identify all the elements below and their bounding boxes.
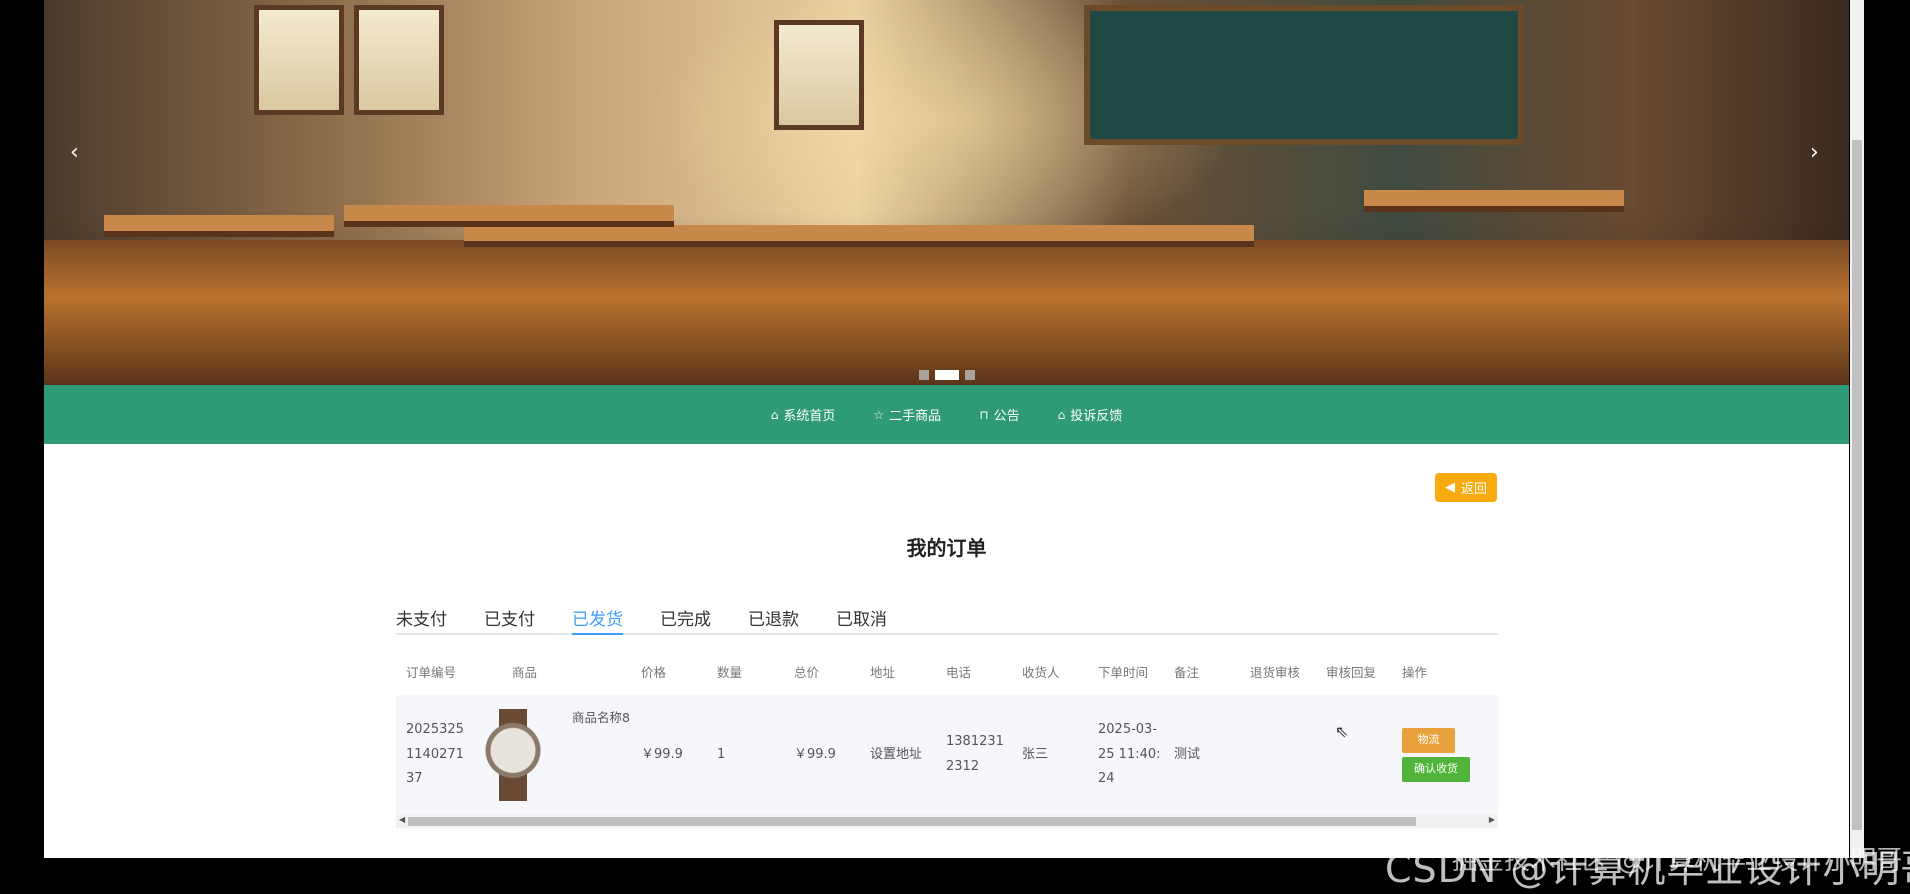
price: ￥99.9: [641, 746, 683, 762]
watermark-juejin: 掘金技术社区 @计算机毕业设计小明哥: [1452, 846, 1903, 876]
nav-item-notice[interactable]: ⊓ 公告: [979, 405, 1020, 425]
tab-cancelled[interactable]: 已取消: [836, 605, 887, 633]
desk-decor: [104, 215, 334, 237]
main-nav: ⌂ 系统首页 ☆ 二手商品 ⊓ 公告 ⌂ 投诉反馈: [44, 385, 1849, 444]
product-name: 商品名称8: [572, 710, 630, 725]
nav-item-home[interactable]: ⌂ 系统首页: [770, 405, 836, 425]
nav-label: 投诉反馈: [1070, 409, 1123, 424]
home-icon: ⌂: [1057, 407, 1066, 422]
scrollbar-thumb[interactable]: [408, 817, 1416, 826]
home-icon: ⌂: [770, 407, 779, 422]
back-label: 返回: [1460, 482, 1487, 497]
window-decor: [254, 5, 344, 115]
banner-carousel[interactable]: ‹ ›: [44, 0, 1849, 385]
nav-label: 公告: [993, 409, 1020, 424]
carousel-dot[interactable]: [919, 370, 929, 380]
logistics-button[interactable]: 物流: [1402, 728, 1455, 753]
table-row: 2025325114027137 商品名称8 ￥99.9 1 ￥99.9 设置地…: [396, 695, 1498, 815]
col-header: 商品: [512, 664, 538, 680]
nav-label: 系统首页: [783, 409, 836, 424]
horizontal-scrollbar[interactable]: ◀ ▶: [396, 815, 1498, 828]
col-header: 数量: [717, 664, 743, 680]
scrollbar-thumb[interactable]: [1852, 140, 1862, 830]
remark: 测试: [1174, 746, 1201, 762]
bag-icon: ⊓: [979, 407, 989, 422]
carousel-dots: [919, 370, 975, 380]
nav-item-feedback[interactable]: ⌂ 投诉反馈: [1057, 405, 1123, 425]
scroll-right-icon[interactable]: ▶: [1489, 815, 1495, 824]
nav-item-goods[interactable]: ☆ 二手商品: [873, 405, 942, 425]
order-no: 2025325114027137: [406, 721, 464, 787]
col-header: 收货人: [1022, 664, 1060, 680]
col-header: 总价: [794, 664, 820, 680]
scroll-left-icon[interactable]: ◀: [399, 815, 405, 824]
carousel-prev-icon[interactable]: ‹: [70, 140, 79, 165]
tab-refunded[interactable]: 已退款: [748, 605, 799, 633]
phone: 13812312312: [946, 734, 1004, 774]
carousel-next-icon[interactable]: ›: [1810, 140, 1819, 165]
mouse-cursor-icon: ⇖: [1335, 722, 1349, 741]
receiver: 张三: [1022, 746, 1049, 762]
product-cell: 商品名称8: [472, 695, 631, 815]
back-button[interactable]: ◀ 返回: [1435, 473, 1497, 502]
col-header: 审核回复: [1326, 664, 1377, 680]
caret-left-icon: ◀: [1444, 480, 1455, 495]
table-header: 订单编号 商品 价格 数量 总价 地址 电话 收货人 下单时间 备注 退货审核 …: [396, 650, 1498, 695]
carousel-dot[interactable]: [965, 370, 975, 380]
window-decor: [354, 5, 444, 115]
col-header: 下单时间: [1098, 664, 1149, 680]
tab-paid[interactable]: 已支付: [484, 605, 535, 633]
desk-decor: [1364, 190, 1624, 212]
tab-shipped[interactable]: 已发货: [572, 605, 623, 635]
col-header: 订单编号: [406, 664, 457, 680]
tab-unpaid[interactable]: 未支付: [396, 605, 447, 633]
window-decor: [774, 20, 864, 130]
nav-label: 二手商品: [889, 409, 942, 424]
col-header: 地址: [870, 664, 896, 680]
address: 设置地址: [870, 746, 923, 762]
floor-decor: [44, 240, 1849, 385]
quantity: 1: [717, 746, 726, 762]
product-image[interactable]: [478, 709, 548, 801]
desk-decor: [344, 205, 674, 227]
orders-table: 订单编号 商品 价格 数量 总价 地址 电话 收货人 下单时间 备注 退货审核 …: [396, 650, 1498, 815]
confirm-receipt-button[interactable]: 确认收货: [1402, 757, 1470, 782]
col-header: 退货审核: [1250, 664, 1301, 680]
col-header: 电话: [946, 664, 972, 680]
star-icon: ☆: [873, 407, 885, 422]
col-header: 操作: [1402, 664, 1428, 680]
col-header: 价格: [641, 664, 667, 680]
vertical-scrollbar[interactable]: [1850, 0, 1864, 858]
page: ‹ › ⌂ 系统首页 ☆ 二手商品 ⊓ 公告 ⌂ 投诉反馈 ◀ 返回 我的订单 未支付 已…: [44, 0, 1849, 858]
col-header: 备注: [1174, 664, 1200, 680]
carousel-dot-active[interactable]: [935, 370, 959, 380]
total: ￥99.9: [794, 746, 836, 762]
blackboard-decor: [1084, 5, 1524, 145]
tab-completed[interactable]: 已完成: [660, 605, 711, 633]
order-tabs: 未支付 已支付 已发货 已完成 已退款 已取消: [396, 605, 1498, 635]
order-time: 2025-03-25 11:40:24: [1098, 721, 1161, 787]
desk-decor: [464, 225, 1254, 247]
actions-cell: 物流 确认收货: [1392, 724, 1470, 786]
page-title: 我的订单: [906, 536, 987, 560]
